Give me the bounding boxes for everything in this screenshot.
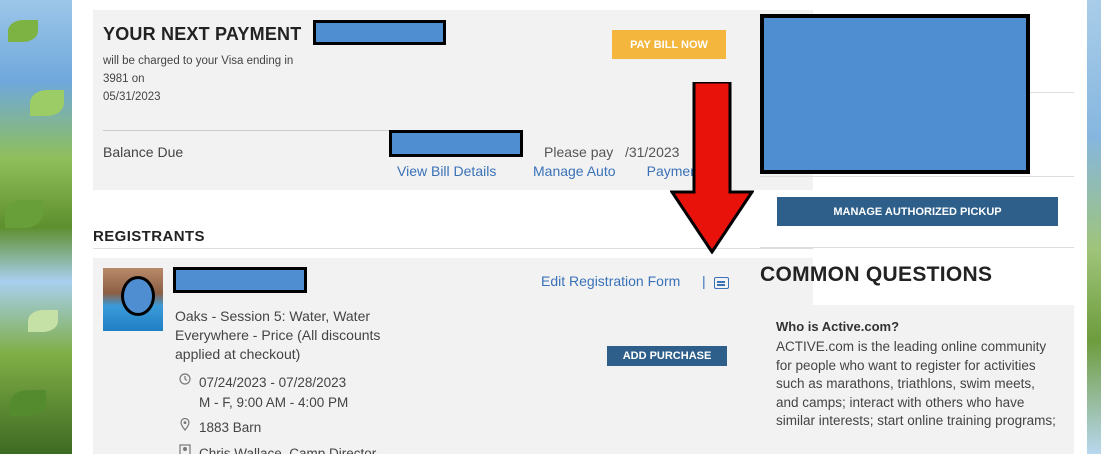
faq-answer: ACTIVE.com is the leading online communi… — [776, 339, 1056, 428]
please-pay-text: Please pay /31/2023 — [544, 144, 680, 160]
print-icon[interactable] — [714, 277, 729, 289]
person-icon — [179, 444, 191, 454]
clock-icon — [179, 373, 191, 413]
add-purchase-button[interactable]: ADD PURCHASE — [607, 346, 727, 366]
faq-card: Who is Active.com? ACTIVE.com is the lea… — [760, 305, 1074, 454]
common-questions-heading: COMMON QUESTIONS — [760, 263, 993, 286]
manage-authorized-pickup-button[interactable]: MANAGE AUTHORIZED PICKUP — [777, 197, 1058, 226]
next-payment-title: YOUR NEXT PAYMENT — [103, 24, 302, 44]
session-dates-row: 07/24/2023 - 07/28/2023 M - F, 9:00 AM -… — [179, 373, 348, 413]
avatar — [103, 268, 163, 331]
redacted-amount — [313, 20, 446, 45]
red-arrow-annotation — [670, 82, 754, 254]
divider — [760, 176, 1074, 177]
session-hours: M - F, 9:00 AM - 4:00 PM — [199, 395, 349, 410]
edit-registration-form-link[interactable]: Edit Registration Form — [541, 273, 680, 289]
registrants-heading: REGISTRANTS — [93, 228, 205, 245]
background-foliage-right — [1087, 0, 1101, 454]
redacted-balance — [389, 130, 523, 157]
session-director: Chris Wallace, Camp Director — [199, 446, 377, 454]
session-location-row: 1883 Barn — [179, 417, 262, 438]
page-content: YOUR NEXT PAYMENT will be charged to you… — [72, 0, 1087, 454]
view-bill-details-link[interactable]: View Bill Details — [397, 163, 496, 179]
background-foliage-left — [0, 0, 72, 454]
pay-bill-now-button[interactable]: PAY BILL NOW — [612, 30, 726, 59]
session-director-row: Chris Wallace, Camp Director — [179, 444, 376, 454]
redacted-account-info — [760, 14, 1030, 174]
registrant-card: Edit Registration Form | Oaks - Session … — [93, 258, 813, 454]
session-description: Oaks - Session 5: Water, Water Everywher… — [175, 308, 381, 362]
location-pin-icon — [179, 417, 191, 438]
balance-due-label: Balance Due — [103, 144, 184, 160]
payment-description: will be charged to your Visa ending in 3… — [103, 55, 294, 103]
session-location: 1883 Barn — [199, 420, 262, 435]
session-dates: 07/24/2023 - 07/28/2023 — [199, 375, 347, 390]
divider — [760, 247, 1074, 248]
redacted-registrant-name — [173, 267, 307, 293]
link-separator: | — [702, 273, 706, 289]
divider — [103, 130, 393, 131]
redacted-face — [121, 276, 155, 316]
faq-question: Who is Active.com? — [776, 319, 900, 334]
